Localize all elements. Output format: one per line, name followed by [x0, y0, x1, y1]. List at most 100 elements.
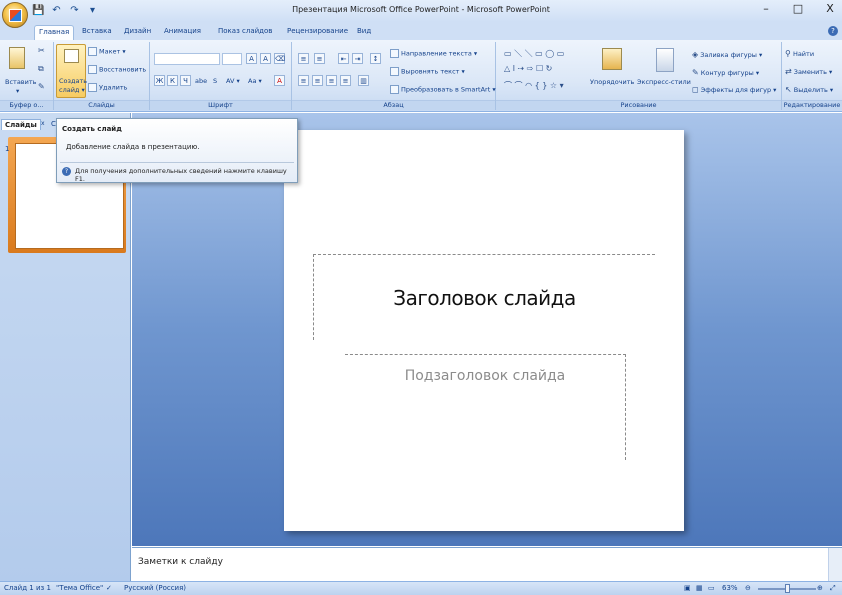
status-bar: Слайд 1 из 1 "Тема Office" ✓ Русский (Ро…	[0, 581, 842, 595]
layout-button[interactable]: Макет ▾	[88, 47, 126, 56]
zoom-in-icon[interactable]: ⊕	[817, 584, 823, 592]
font-name-combo[interactable]	[154, 53, 220, 65]
close-button[interactable]: X	[824, 2, 836, 15]
text-direction-button[interactable]: Направление текста ▾	[390, 49, 477, 58]
theme-name: "Тема Office"	[56, 584, 104, 592]
tab-view[interactable]: Вид	[353, 25, 375, 40]
new-slide-tooltip: Создать слайд Добавление слайда в презен…	[56, 118, 298, 183]
align-right-button[interactable]: ≡	[326, 75, 337, 86]
line-spacing-button[interactable]: ↕	[370, 53, 381, 64]
tab-design[interactable]: Дизайн	[120, 25, 155, 40]
zoom-slider-thumb[interactable]	[785, 584, 790, 593]
select-button[interactable]: ↖ Выделить ▾	[785, 85, 833, 94]
decrease-indent-button[interactable]: ⇤	[338, 53, 349, 64]
notes-pane[interactable]: Заметки к слайду	[132, 547, 842, 582]
language[interactable]: Русский (Россия)	[124, 584, 186, 592]
shapes-row3-icon[interactable]: ⌒ ⌒ ◠ { } ☆ ▾	[504, 80, 564, 91]
paragraph-label: Абзац	[292, 100, 495, 110]
save-icon[interactable]: 💾	[32, 4, 45, 17]
editing-group: ⚲ Найти ⇄ Заменить ▾ ↖ Выделить ▾ Редакт…	[782, 42, 842, 110]
fit-window-icon[interactable]: ⤢	[830, 584, 836, 593]
shadow-button[interactable]: S	[213, 77, 217, 85]
bold-button[interactable]: Ж	[154, 75, 165, 86]
tab-slides[interactable]: Слайды	[1, 119, 41, 130]
arrange-icon[interactable]	[602, 48, 622, 70]
slide-canvas[interactable]: Заголовок слайда Подзаголовок слайда	[284, 130, 684, 531]
shape-outline-button[interactable]: ✎ Контур фигуры ▾	[692, 68, 759, 77]
bullets-button[interactable]: ≡	[298, 53, 309, 64]
copy-icon[interactable]: ⧉	[38, 64, 44, 74]
justify-button[interactable]: ≡	[340, 75, 351, 86]
quick-styles-icon[interactable]	[656, 48, 674, 72]
strikethrough-button[interactable]: abe	[195, 77, 207, 85]
shrink-font-button[interactable]: A	[260, 53, 271, 64]
customize-qat-icon[interactable]: ▾	[86, 4, 99, 17]
change-case-button[interactable]: Aa ▾	[248, 77, 262, 85]
undo-icon[interactable]: ↶	[50, 4, 63, 17]
delete-slide-button[interactable]: Удалить	[88, 83, 127, 92]
tab-home[interactable]: Главная	[34, 25, 75, 40]
align-left-button[interactable]: ≡	[298, 75, 309, 86]
columns-button[interactable]: ▥	[358, 75, 369, 86]
align-center-button[interactable]: ≡	[312, 75, 323, 86]
italic-button[interactable]: К	[167, 75, 178, 86]
shapes-row1-icon[interactable]: ▭ ＼ ＼ ▭ ◯ ▭	[504, 48, 564, 59]
slideshow-view-icon[interactable]: ▭	[708, 584, 715, 592]
numbering-button[interactable]: ≡	[314, 53, 325, 64]
tab-review[interactable]: Рецензирование	[283, 25, 352, 40]
zoom-level[interactable]: 63%	[722, 584, 738, 592]
minimize-button[interactable]: –	[760, 2, 772, 15]
close-panel-icon[interactable]: x	[38, 119, 48, 128]
title-placeholder[interactable]: Заголовок слайда	[313, 254, 655, 340]
text-direction-icon	[390, 49, 399, 58]
sorter-view-icon[interactable]: ▦	[696, 584, 703, 592]
clipboard-group: Вставить ▾ ✂ ⧉ ✎ Буфер о...	[0, 42, 54, 110]
clear-format-button[interactable]: ⌫	[274, 53, 285, 64]
align-text-button[interactable]: Выровнять текст ▾	[390, 67, 465, 76]
shape-effects-button[interactable]: ◻ Эффекты для фигур ▾	[692, 85, 776, 94]
reset-button[interactable]: Восстановить	[88, 65, 146, 74]
slide-number: 1	[5, 145, 10, 153]
quick-styles-button[interactable]: Экспресс-стили	[637, 78, 691, 86]
help-icon: ?	[62, 167, 71, 176]
maximize-button[interactable]: □	[792, 2, 804, 15]
tooltip-title: Создать слайд	[62, 125, 122, 133]
slides-label: Слайды	[54, 100, 149, 110]
tooltip-description: Добавление слайда в презентацию.	[66, 143, 200, 151]
format-painter-icon[interactable]: ✎	[38, 82, 45, 91]
underline-button[interactable]: Ч	[180, 75, 191, 86]
redo-icon[interactable]: ↷	[68, 4, 81, 17]
new-slide-button[interactable]: Создать слайд ▾	[56, 44, 87, 98]
arrange-button[interactable]: Упорядочить	[590, 78, 634, 86]
help-icon[interactable]: ?	[828, 26, 838, 36]
ribbon-tabs: Главная Вставка Дизайн Анимация Показ сл…	[0, 22, 842, 40]
shape-fill-button[interactable]: ◈ Заливка фигуры ▾	[692, 50, 762, 59]
replace-icon: ⇄	[785, 67, 792, 76]
paste-icon[interactable]	[9, 47, 25, 69]
replace-button[interactable]: ⇄ Заменить ▾	[785, 67, 832, 76]
increase-indent-button[interactable]: ⇥	[352, 53, 363, 64]
fill-icon: ◈	[692, 50, 699, 59]
smartart-button[interactable]: Преобразовать в SmartArt ▾	[390, 85, 496, 94]
char-spacing-button[interactable]: AV ▾	[226, 77, 240, 85]
new-slide-dropdown-label: слайд ▾	[59, 86, 85, 94]
cut-icon[interactable]: ✂	[38, 46, 45, 55]
find-button[interactable]: ⚲ Найти	[785, 49, 814, 58]
font-size-combo[interactable]	[222, 53, 242, 65]
effects-icon: ◻	[692, 85, 699, 94]
grow-font-button[interactable]: A	[246, 53, 257, 64]
normal-view-icon[interactable]: ▣	[684, 584, 691, 592]
paste-dropdown[interactable]: ▾	[16, 87, 19, 95]
paste-button[interactable]: Вставить	[5, 78, 36, 86]
notes-scrollbar[interactable]	[828, 548, 842, 582]
tab-animation[interactable]: Анимация	[160, 25, 205, 40]
shapes-row2-icon[interactable]: △ l ⇢ ⇨ ☐ ↻	[504, 64, 552, 73]
zoom-out-icon[interactable]: ⊖	[745, 584, 751, 592]
subtitle-placeholder[interactable]: Подзаголовок слайда	[345, 354, 626, 460]
tab-insert[interactable]: Вставка	[78, 25, 116, 40]
font-color-button[interactable]: A	[274, 75, 285, 86]
office-button[interactable]	[2, 2, 28, 28]
delete-icon	[88, 83, 97, 92]
tab-slideshow[interactable]: Показ слайдов	[214, 25, 276, 40]
spellcheck-icon[interactable]: ✓	[106, 584, 112, 592]
